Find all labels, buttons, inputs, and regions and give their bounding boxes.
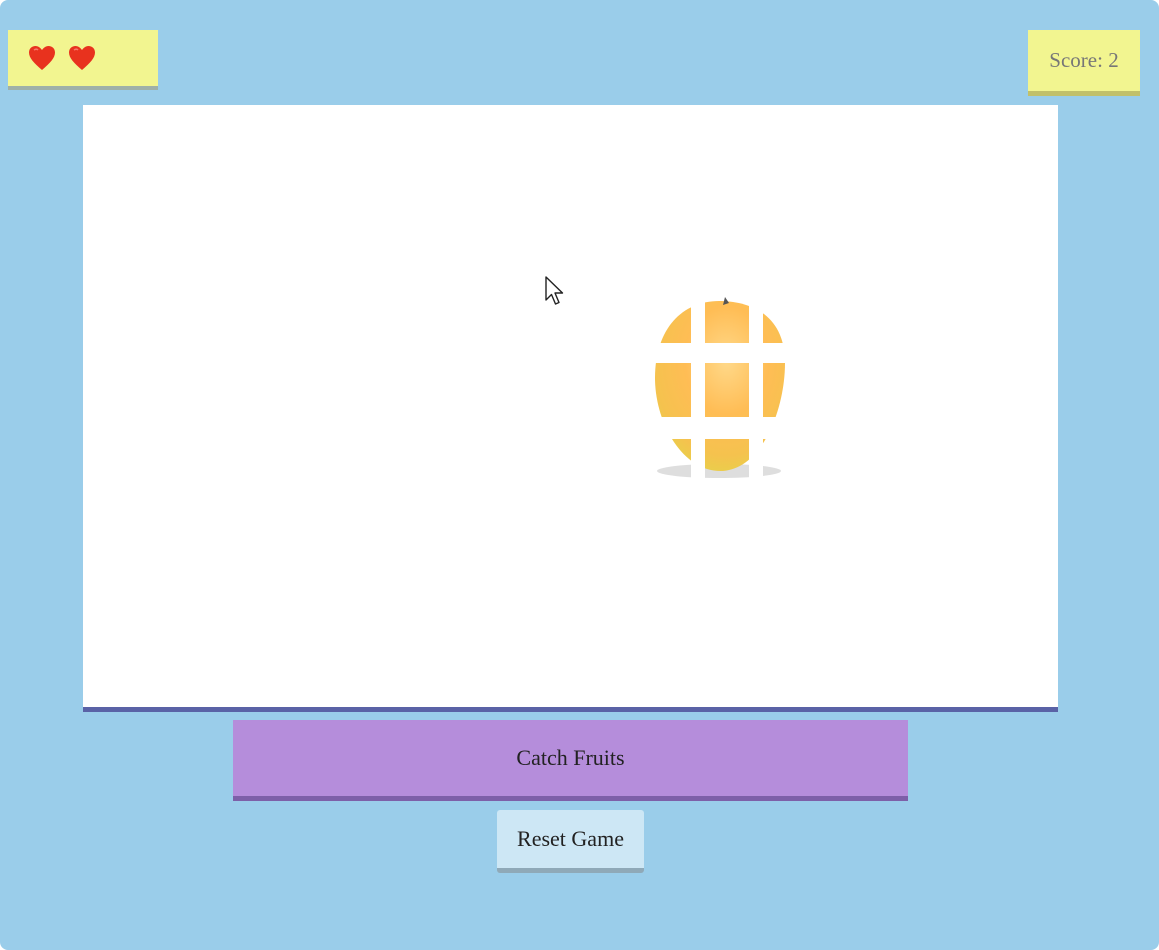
orange-fruit-icon xyxy=(653,293,787,485)
heart-icon xyxy=(29,46,55,70)
lives-panel xyxy=(8,30,158,90)
game-canvas[interactable] xyxy=(83,105,1058,712)
score-value: 2 xyxy=(1108,48,1119,72)
reset-game-button[interactable]: Reset Game xyxy=(497,810,644,873)
mouse-cursor-icon xyxy=(545,276,564,305)
catch-fruits-basket[interactable]: Catch Fruits xyxy=(233,720,908,801)
game-window: Score: 2 Catch Fruits Reset Game xyxy=(0,0,1159,950)
heart-icon xyxy=(69,46,95,70)
score-label: Score: xyxy=(1049,48,1103,72)
catch-fruits-label: Catch Fruits xyxy=(516,745,625,770)
score-display: Score: 2 xyxy=(1028,30,1140,96)
